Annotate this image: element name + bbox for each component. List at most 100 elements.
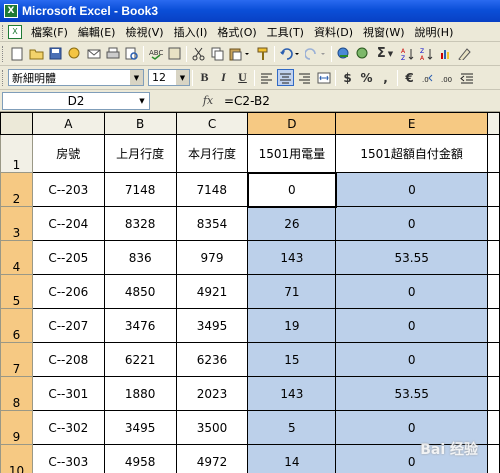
- cell-f10[interactable]: [487, 444, 500, 473]
- row-header[interactable]: 7: [0, 342, 33, 377]
- undo-icon[interactable]: [278, 45, 302, 62]
- cell-f4[interactable]: [487, 240, 500, 275]
- menubar-grip[interactable]: [2, 24, 5, 39]
- cell-d6[interactable]: 19: [247, 308, 337, 343]
- column-header-f[interactable]: [487, 112, 500, 135]
- print-preview-icon[interactable]: [123, 45, 140, 62]
- cell-b7[interactable]: 6221: [103, 342, 177, 377]
- drawing-icon[interactable]: [456, 45, 473, 62]
- cell-a3[interactable]: C--204: [31, 206, 105, 241]
- cell-e5[interactable]: 0: [335, 274, 489, 309]
- italic-button[interactable]: I: [215, 69, 232, 86]
- select-all-corner[interactable]: [0, 112, 33, 135]
- font-size-select[interactable]: 12 ▼: [148, 69, 190, 86]
- insert-function-icon[interactable]: fx: [194, 94, 222, 107]
- font-name-select[interactable]: 新細明體 ▼: [8, 69, 144, 86]
- autosum-button[interactable]: Σ ▼: [373, 45, 397, 62]
- cell-b9[interactable]: 3495: [103, 410, 177, 445]
- cell-a5[interactable]: C--206: [31, 274, 105, 309]
- percent-button[interactable]: %: [358, 69, 375, 86]
- cell-a8[interactable]: C--301: [31, 376, 105, 411]
- cell-f8[interactable]: [487, 376, 500, 411]
- euro-button[interactable]: €: [401, 69, 418, 86]
- cell-e3[interactable]: 0: [335, 206, 489, 241]
- sort-descending-icon[interactable]: ZA: [418, 45, 435, 62]
- cell-b6[interactable]: 3476: [103, 308, 177, 343]
- cell-d8[interactable]: 143: [247, 376, 337, 411]
- row-header[interactable]: 2: [0, 172, 33, 207]
- column-header-c[interactable]: C: [175, 112, 249, 135]
- cell-f7[interactable]: [487, 342, 500, 377]
- row-header[interactable]: 5: [0, 274, 33, 309]
- save-icon[interactable]: [47, 45, 64, 62]
- chevron-down-icon[interactable]: ▼: [135, 93, 149, 109]
- cell-c9[interactable]: 3500: [175, 410, 249, 445]
- menu-help[interactable]: 說明(H): [410, 24, 459, 40]
- cell-d10[interactable]: 14: [247, 444, 337, 473]
- redo-icon[interactable]: [304, 45, 328, 62]
- cell-a4[interactable]: C--205: [31, 240, 105, 275]
- cell-b5[interactable]: 4850: [103, 274, 177, 309]
- row-header[interactable]: 10: [0, 444, 33, 473]
- align-right-icon[interactable]: [296, 69, 313, 86]
- cell-d1[interactable]: 1501用電量: [247, 134, 337, 173]
- cell-e7[interactable]: 0: [335, 342, 489, 377]
- cell-b4[interactable]: 836: [103, 240, 177, 275]
- cell-f3[interactable]: [487, 206, 500, 241]
- chevron-down-icon[interactable]: ▼: [130, 70, 143, 85]
- autoshape-icon[interactable]: [354, 45, 371, 62]
- cell-d7[interactable]: 15: [247, 342, 337, 377]
- cell-c6[interactable]: 3495: [175, 308, 249, 343]
- cell-e2[interactable]: 0: [335, 172, 489, 207]
- hyperlink-icon[interactable]: [335, 45, 352, 62]
- permission-icon[interactable]: [66, 45, 83, 62]
- name-box[interactable]: D2 ▼: [2, 91, 150, 110]
- cell-c4[interactable]: 979: [175, 240, 249, 275]
- row-header[interactable]: 8: [0, 376, 33, 411]
- cell-d4[interactable]: 143: [247, 240, 337, 275]
- currency-button[interactable]: $: [339, 69, 356, 86]
- cell-b2[interactable]: 7148: [103, 172, 177, 207]
- cell-f6[interactable]: [487, 308, 500, 343]
- comma-button[interactable]: ,: [377, 69, 394, 86]
- cell-a6[interactable]: C--207: [31, 308, 105, 343]
- worksheet-grid[interactable]: A B C D E 1 房號 上月行度 本月行度 1501用電量 1501超額自…: [0, 112, 500, 473]
- column-header-a[interactable]: A: [31, 112, 105, 135]
- cell-c2[interactable]: 7148: [175, 172, 249, 207]
- menu-data[interactable]: 資料(D): [309, 24, 358, 40]
- cell-a1[interactable]: 房號: [31, 134, 105, 173]
- open-icon[interactable]: [28, 45, 45, 62]
- menu-tools[interactable]: 工具(T): [262, 24, 309, 40]
- format-painter-icon[interactable]: [254, 45, 271, 62]
- cell-d2-active[interactable]: 0: [246, 171, 337, 208]
- increase-decimal-icon[interactable]: .0: [420, 69, 437, 86]
- column-header-e[interactable]: E: [335, 112, 489, 135]
- cell-f9[interactable]: [487, 410, 500, 445]
- menu-window[interactable]: 視窗(W): [358, 24, 409, 40]
- sort-ascending-icon[interactable]: AZ: [399, 45, 416, 62]
- row-header[interactable]: 3: [0, 206, 33, 241]
- decrease-indent-icon[interactable]: [458, 69, 475, 86]
- cell-e1[interactable]: 1501超額自付金額: [335, 134, 489, 173]
- cell-a10[interactable]: C--303: [31, 444, 105, 473]
- menu-view[interactable]: 檢視(V): [120, 24, 168, 40]
- cell-d3[interactable]: 26: [247, 206, 337, 241]
- menu-file[interactable]: 檔案(F): [26, 24, 73, 40]
- cell-f5[interactable]: [487, 274, 500, 309]
- toolbar-grip[interactable]: [2, 69, 5, 86]
- cell-a7[interactable]: C--208: [31, 342, 105, 377]
- row-header[interactable]: 1: [0, 134, 33, 173]
- underline-button[interactable]: U: [234, 69, 251, 86]
- bold-button[interactable]: B: [196, 69, 213, 86]
- column-header-d[interactable]: D: [247, 112, 337, 135]
- cell-a2[interactable]: C--203: [31, 172, 105, 207]
- row-header[interactable]: 9: [0, 410, 33, 445]
- spelling-icon[interactable]: ABC: [147, 45, 164, 62]
- row-header[interactable]: 6: [0, 308, 33, 343]
- cell-e4[interactable]: 53.55: [335, 240, 489, 275]
- toolbar-grip[interactable]: [2, 45, 5, 62]
- print-icon[interactable]: [104, 45, 121, 62]
- align-left-icon[interactable]: [258, 69, 275, 86]
- row-header[interactable]: 4: [0, 240, 33, 275]
- align-center-icon[interactable]: [277, 69, 294, 86]
